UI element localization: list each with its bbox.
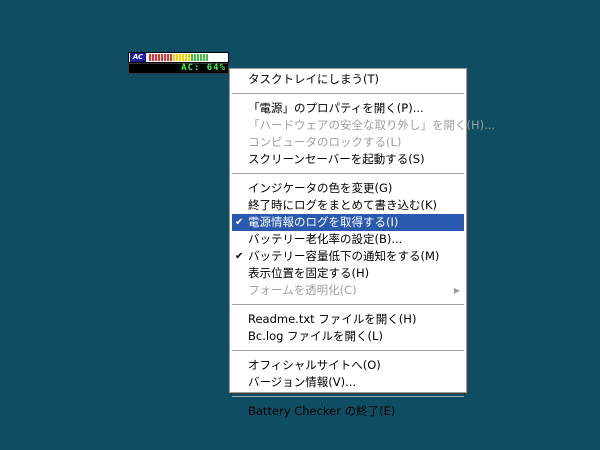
battery-segment bbox=[155, 54, 157, 61]
battery-segment bbox=[206, 54, 208, 61]
battery-segment bbox=[194, 54, 196, 61]
battery-status-text: AC: 64% bbox=[128, 63, 229, 74]
menu-separator bbox=[232, 173, 464, 174]
battery-segment bbox=[167, 54, 169, 61]
menu-item-transparent-form: フォームを透明化(C) ▶ bbox=[232, 282, 464, 299]
battery-indicator[interactable]: AC AC: 64% bbox=[128, 52, 229, 74]
battery-segment bbox=[191, 54, 193, 61]
menu-item-change-indicator-color[interactable]: インジケータの色を変更(G) bbox=[232, 180, 464, 197]
menu-separator bbox=[232, 304, 464, 305]
menu-item-version-info[interactable]: バージョン情報(V)... bbox=[232, 374, 464, 391]
battery-segment bbox=[149, 54, 151, 61]
menu-item-safe-remove-hardware: 「ハードウェアの安全な取り外し」を開く(H)... bbox=[248, 118, 496, 132]
menu-item-power-properties[interactable]: 「電源」のプロパティを開く(P)... bbox=[232, 100, 464, 117]
menu-item-get-power-log[interactable]: ✔ 電源情報のログを取得する(I) bbox=[232, 214, 464, 231]
context-menu: タスクトレイにしまう(T) 「電源」のプロパティを開く(P)... 「ハードウェ… bbox=[229, 68, 496, 418]
battery-segment bbox=[182, 54, 184, 61]
menu-item-label: 電源情報のログを取得する(I) bbox=[248, 215, 399, 229]
battery-segment bbox=[200, 54, 202, 61]
battery-level-bar: AC bbox=[128, 52, 229, 63]
menu-item-label: フォームを透明化(C) bbox=[248, 283, 357, 297]
menu-item-battery-aging-settings[interactable]: バッテリー老化率の設定(B)... bbox=[232, 231, 464, 248]
menu-item-start-screensaver[interactable]: スクリーンセーバーを起動する(S) bbox=[232, 151, 464, 168]
menu-item-fix-position[interactable]: 表示位置を固定する(H) bbox=[232, 265, 464, 282]
ac-power-icon: AC bbox=[130, 53, 146, 62]
menu-item-minimize-to-tray[interactable]: タスクトレイにしまう(T) bbox=[232, 71, 464, 88]
battery-segment bbox=[179, 54, 181, 61]
menu-separator bbox=[232, 396, 464, 397]
battery-segment bbox=[197, 54, 199, 61]
menu-separator bbox=[232, 93, 464, 94]
menu-item-open-log[interactable]: Bc.log ファイルを開く(L) bbox=[232, 328, 464, 345]
battery-segment bbox=[170, 54, 172, 61]
checkmark-icon: ✔ bbox=[235, 217, 244, 228]
menu-item-exit[interactable]: Battery Checker の終了(E) bbox=[232, 403, 464, 420]
submenu-arrow-icon: ▶ bbox=[453, 286, 460, 295]
battery-segment bbox=[152, 54, 154, 61]
menu-separator bbox=[232, 350, 464, 351]
battery-segment bbox=[188, 54, 190, 61]
battery-segment bbox=[173, 54, 175, 61]
battery-segment bbox=[203, 54, 205, 61]
battery-segment bbox=[158, 54, 160, 61]
battery-level-segments bbox=[149, 54, 209, 61]
menu-item-open-readme[interactable]: Readme.txt ファイルを開く(H) bbox=[232, 311, 464, 328]
battery-segment bbox=[176, 54, 178, 61]
menu-item-lock-computer: コンピュータのロックする(L) bbox=[248, 135, 402, 149]
checkmark-icon: ✔ bbox=[235, 251, 244, 262]
menu-item-label: バッテリー容量低下の通知をする(M) bbox=[248, 249, 440, 263]
battery-segment bbox=[185, 54, 187, 61]
battery-segment bbox=[161, 54, 163, 61]
menu-item-official-site[interactable]: オフィシャルサイトへ(O) bbox=[232, 357, 464, 374]
battery-segment bbox=[164, 54, 166, 61]
menu-item-low-capacity-notify[interactable]: ✔ バッテリー容量低下の通知をする(M) bbox=[232, 248, 464, 265]
menu-item-write-log-on-exit[interactable]: 終了時にログをまとめて書き込む(K) bbox=[232, 197, 464, 214]
